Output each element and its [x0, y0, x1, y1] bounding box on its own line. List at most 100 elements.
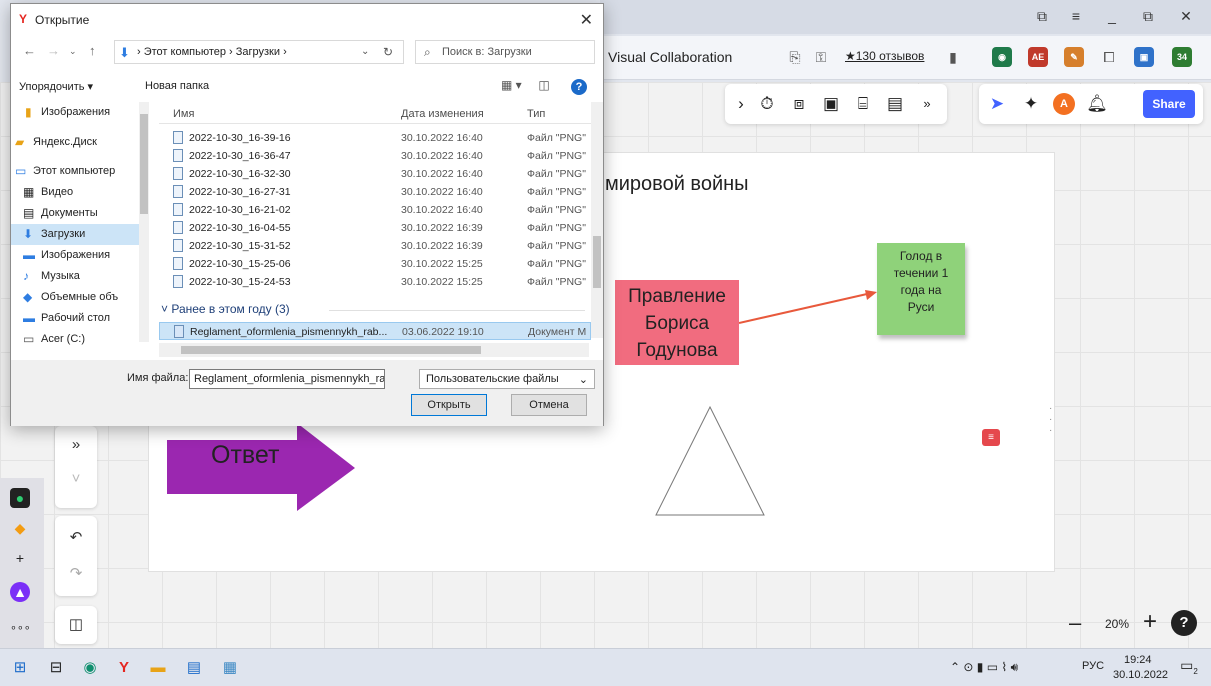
horizontal-scroll-thumb[interactable]	[181, 346, 481, 354]
new-folder-button[interactable]: Новая папка	[145, 80, 209, 92]
file-row[interactable]: 2022-10-30_15-25-06 30.10.2022 15:25 Файл …	[159, 255, 591, 273]
horizontal-scrollbar[interactable]	[159, 343, 589, 357]
column-date[interactable]: Дата изменения	[401, 108, 484, 120]
share-button[interactable]: Share	[1143, 90, 1195, 118]
back-arrow-icon[interactable]: ←	[23, 43, 36, 58]
connector-arrow[interactable]	[739, 288, 879, 328]
frame-title[interactable]: мировой войны	[605, 173, 749, 196]
translate-icon[interactable]: ⎘	[784, 46, 806, 68]
system-tray-icons[interactable]: ⌃ ⊙ ▮ ▭ ⌇ 🔊︎	[950, 660, 1018, 675]
windows-start-icon[interactable]: ⊞	[10, 658, 30, 678]
reviews-link[interactable]: ★130 отзывов	[845, 49, 924, 63]
alice-icon[interactable]: ▲	[10, 582, 30, 602]
browser-menu-icon[interactable]: ≡	[1062, 8, 1090, 28]
nav-item-pictures[interactable]: ▬ Изображения	[11, 245, 149, 266]
file-list-scroll-thumb[interactable]	[593, 236, 601, 288]
file-row[interactable]: 2022-10-30_16-36-47 30.10.2022 16:40 Файл …	[159, 147, 591, 165]
tab-list-icon[interactable]: ⧉	[1028, 8, 1056, 28]
extension-badge-icon[interactable]: AE	[1028, 47, 1048, 67]
more-chevron-icon[interactable]: »	[915, 92, 939, 116]
up-arrow-icon[interactable]: ↑	[89, 43, 96, 58]
present-icon[interactable]: ⧈	[787, 92, 811, 116]
file-row[interactable]: 2022-10-30_16-32-30 30.10.2022 16:40 Файл …	[159, 165, 591, 183]
search-input[interactable]: ⌕ Поиск в: Загрузки	[415, 40, 595, 64]
triangle-shape[interactable]	[654, 405, 766, 517]
file-row-selected[interactable]: Reglament_oformlenia_pismennykh_rab... 03…	[159, 322, 591, 340]
bell-icon[interactable]: 🔔︎	[1085, 92, 1109, 116]
timer-icon[interactable]: ⏱	[755, 92, 779, 116]
notification-icon[interactable]: ▭2	[1178, 657, 1200, 679]
file-row[interactable]: 2022-10-30_15-31-52 30.10.2022 16:39 Файл …	[159, 237, 591, 255]
nav-item-video[interactable]: ▦ Видео	[11, 182, 149, 203]
path-dropdown-icon[interactable]: ⌄	[361, 46, 369, 57]
app-icon[interactable]: ●	[10, 488, 30, 508]
panel-toggle-icon[interactable]: ◫	[55, 615, 97, 633]
minimize-button[interactable]: _	[1098, 8, 1126, 28]
restore-button[interactable]: ⧉	[1134, 8, 1162, 28]
forward-arrow-icon[interactable]: →	[47, 43, 60, 58]
nav-item-this-pc[interactable]: ▭ Этот компьютер	[11, 161, 149, 182]
notes-icon[interactable]: ▤	[883, 92, 907, 116]
nav-item-yandex-disk[interactable]: ▰ Яндекс.Диск	[11, 132, 149, 153]
extension-icon[interactable]: ▣	[1134, 47, 1154, 67]
file-row[interactable]: 2022-10-30_15-24-53 30.10.2022 15:25 Файл …	[159, 273, 591, 291]
collapse-chevron-icon[interactable]: ˅	[55, 470, 97, 487]
path-text[interactable]: › Этот компьютер › Загрузки ›	[137, 46, 287, 58]
task-view-icon[interactable]: ⊟	[46, 658, 66, 678]
reactions-icon[interactable]: ✦	[1019, 92, 1043, 116]
help-icon[interactable]: ?	[571, 79, 587, 95]
undo-icon[interactable]: ↶	[55, 528, 97, 546]
zoom-out-button[interactable]: –	[1069, 610, 1081, 636]
file-row[interactable]: 2022-10-30_16-27-31 30.10.2022 16:40 Файл …	[159, 183, 591, 201]
extension-puzzle-icon[interactable]: ⧠	[1098, 46, 1120, 68]
redo-icon[interactable]: ↷	[55, 564, 97, 582]
filetype-select[interactable]: Пользовательские файлы ⌄	[419, 369, 595, 389]
extension-icon[interactable]: ◉	[992, 47, 1012, 67]
more-dots-icon[interactable]: ∘∘∘	[10, 618, 31, 638]
app-icon[interactable]: ◆	[10, 518, 30, 538]
nav-item-desktop[interactable]: ▬ Рабочий стол	[11, 308, 149, 329]
avatar[interactable]: A	[1053, 93, 1075, 115]
downloads-badge-icon[interactable]: 34	[1172, 47, 1192, 67]
yandex-browser-icon[interactable]: Y	[114, 658, 134, 678]
nav-item-images-top[interactable]: ▮ Изображения	[11, 102, 149, 123]
nav-item-3d-objects[interactable]: ◆ Объемные объ	[11, 287, 149, 308]
nav-item-music[interactable]: ♪ Музыка	[11, 266, 149, 287]
card-godunov[interactable]: Правление Бориса Годунова	[615, 280, 739, 365]
bookmark-icon[interactable]: ▮	[942, 46, 964, 68]
column-name[interactable]: Имя	[173, 108, 194, 120]
edge-icon[interactable]: ◉	[80, 658, 100, 678]
group-header[interactable]: ˅ Ранее в этом году (3)	[161, 302, 290, 316]
extension-icon[interactable]: ✎	[1064, 47, 1084, 67]
nav-item-downloads[interactable]: ⬇ Загрузки	[11, 224, 149, 245]
language-indicator[interactable]: РУС	[1082, 660, 1104, 672]
nav-item-drive-c[interactable]: ▭ Acer (C:)	[11, 329, 149, 350]
protect-icon[interactable]: ⚿	[810, 46, 832, 68]
nav-scroll-thumb[interactable]	[140, 114, 148, 214]
file-row[interactable]: 2022-10-30_16-39-16 30.10.2022 16:40 Файл …	[159, 129, 591, 147]
file-list-scrollbar[interactable]	[591, 102, 603, 338]
zoom-in-button[interactable]: +	[1143, 608, 1157, 636]
help-button[interactable]: ?	[1171, 610, 1197, 636]
add-icon[interactable]: +	[10, 548, 30, 568]
cancel-button[interactable]: Отмена	[511, 394, 587, 416]
collapse-chevron-icon[interactable]: ›	[729, 92, 753, 116]
calendar-icon[interactable]: ▣	[819, 92, 843, 116]
comment-icon[interactable]: ≡	[982, 429, 1000, 446]
dialog-titlebar[interactable]: Y Открытие ✕	[11, 4, 603, 34]
clock-time[interactable]: 19:24	[1124, 654, 1152, 666]
file-explorer-icon[interactable]: ▬	[148, 658, 168, 678]
recent-chevron-icon[interactable]: ⌄	[69, 46, 77, 57]
refresh-icon[interactable]: ↻	[383, 45, 393, 59]
close-icon[interactable]: ✕	[580, 10, 593, 30]
word-icon[interactable]: ▤	[184, 658, 204, 678]
filename-input[interactable]: Reglament_oformlenia_pismennykh_rabot_	[189, 369, 385, 389]
nav-item-documents[interactable]: ▤ Документы	[11, 203, 149, 224]
file-row[interactable]: 2022-10-30_16-21-02 30.10.2022 16:40 Файл …	[159, 201, 591, 219]
frames-icon[interactable]: ⌸	[851, 92, 875, 116]
organize-menu[interactable]: Упорядочить ▾	[19, 80, 93, 93]
path-breadcrumb[interactable]: ⬇ › Этот компьютер › Загрузки › ⌄ ↻	[114, 40, 404, 64]
zoom-level[interactable]: 20%	[1105, 617, 1129, 631]
nav-scrollbar[interactable]	[139, 102, 149, 342]
file-row[interactable]: 2022-10-30_16-04-55 30.10.2022 16:39 Файл …	[159, 219, 591, 237]
